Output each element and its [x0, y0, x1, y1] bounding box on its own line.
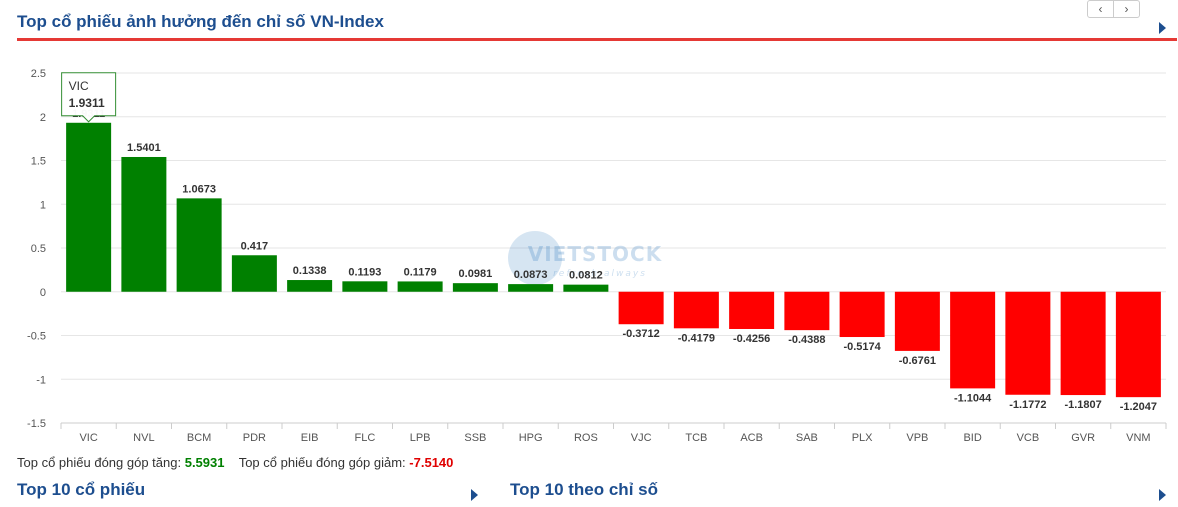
x-tick-label: PDR: [243, 432, 266, 444]
x-tick-label: GVR: [1071, 432, 1095, 444]
loss-label: Top cổ phiếu đóng góp giảm:: [238, 455, 406, 470]
x-tick-label: NVL: [133, 432, 154, 444]
bar-bid: [950, 291, 996, 389]
x-tick-label: VCB: [1017, 432, 1040, 444]
bar-plx: [839, 291, 885, 338]
data-label: 0.0981: [459, 268, 493, 280]
top-10-by-index-arrow-icon[interactable]: [1159, 489, 1166, 501]
x-tick-label: TCB: [685, 432, 707, 444]
bar-ssb: [452, 283, 498, 292]
x-tick-label: ACB: [740, 432, 763, 444]
bar-bcm: [176, 198, 222, 292]
x-tick-label: ROS: [574, 432, 598, 444]
y-tick-label: -0.5: [27, 331, 46, 343]
x-tick-label: EIB: [301, 432, 319, 444]
y-tick-label: 2: [40, 112, 46, 124]
data-label: -1.2047: [1120, 401, 1157, 413]
data-label: -1.1044: [954, 392, 992, 404]
x-tick-label: VNM: [1126, 432, 1150, 444]
y-tick-label: 1.5: [31, 156, 46, 168]
page-title: Top cổ phiếu ảnh hưởng đến chỉ số VN-Ind…: [17, 12, 384, 31]
prev-button[interactable]: ‹: [1087, 0, 1114, 18]
bar-acb: [729, 291, 775, 329]
y-tick-label: 1: [40, 199, 46, 211]
gain-value: 5.5931: [184, 455, 225, 470]
data-label: 0.0873: [514, 269, 548, 281]
data-label: -1.1807: [1064, 399, 1101, 411]
bar-pdr: [231, 255, 277, 292]
bar-vic: [66, 122, 112, 292]
expand-arrow-icon[interactable]: [1159, 22, 1166, 34]
x-tick-label: SSB: [464, 432, 486, 444]
bar-vjc: [618, 291, 664, 325]
bar-hpg: [508, 284, 554, 292]
y-tick-label: 0: [40, 287, 46, 299]
y-tick-label: -1: [36, 374, 46, 386]
bar-vnm: [1115, 291, 1161, 398]
bar-nvl: [121, 156, 167, 292]
chevron-left-icon: ‹: [1098, 2, 1103, 16]
x-tick-label: HPG: [519, 432, 543, 444]
data-label: 0.1338: [293, 265, 327, 277]
bar-vcb: [1005, 291, 1051, 395]
top-10-by-index-heading[interactable]: Top 10 theo chỉ số: [510, 480, 658, 500]
data-label: 0.417: [241, 240, 269, 252]
x-tick-label: LPB: [410, 432, 431, 444]
data-label: 0.1179: [404, 266, 437, 278]
bar-gvr: [1060, 291, 1106, 396]
loss-value: -7.5140: [409, 455, 454, 470]
bar-flc: [342, 281, 388, 292]
bar-lpb: [397, 281, 443, 292]
top-10-stocks-arrow-icon[interactable]: [471, 489, 478, 501]
x-tick-label: BCM: [187, 432, 211, 444]
title-underline: [17, 38, 1177, 41]
next-button[interactable]: ›: [1113, 0, 1140, 18]
data-label: -0.4256: [733, 333, 770, 345]
data-label: -0.3712: [622, 328, 659, 340]
data-label: 1.5401: [127, 142, 161, 154]
x-tick-label: VJC: [631, 432, 652, 444]
data-label: -0.6761: [899, 355, 936, 367]
data-label: -0.4388: [788, 334, 825, 346]
y-tick-label: 0.5: [31, 243, 46, 255]
contribution-summary: Top cổ phiếu đóng góp tăng: 5.5931 Top c…: [17, 455, 453, 470]
pager: ‹ ›: [1087, 0, 1140, 18]
bar-sab: [784, 291, 830, 331]
data-label: -0.4179: [678, 332, 715, 344]
bar-ros: [563, 284, 609, 292]
data-label: -1.1772: [1009, 399, 1046, 411]
bar-vpb: [894, 291, 940, 351]
tooltip-category: VIC: [69, 79, 89, 93]
vn-index-impact-chart: 2.521.510.50-0.5-1-1.5VIETSTOCKrefresh a…: [27, 68, 1167, 444]
x-tick-label: VIC: [79, 432, 97, 444]
chevron-right-icon: ›: [1124, 2, 1129, 16]
gain-label: Top cổ phiếu đóng góp tăng:: [17, 455, 182, 470]
data-label: 1.0673: [182, 183, 216, 195]
x-tick-label: FLC: [354, 432, 375, 444]
x-tick-label: SAB: [796, 432, 818, 444]
data-label: 0.0812: [569, 270, 603, 282]
tooltip-value: 1.9311: [69, 96, 105, 110]
data-label: -0.5174: [843, 341, 881, 353]
bar-eib: [287, 280, 333, 292]
y-tick-label: -1.5: [27, 418, 46, 430]
data-label: 0.1193: [348, 266, 381, 278]
x-tick-label: BID: [963, 432, 981, 444]
x-tick-label: VPB: [906, 432, 928, 444]
watermark-brand: VIETSTOCK: [528, 242, 663, 266]
x-tick-label: PLX: [852, 432, 873, 444]
chart-header: Top cổ phiếu ảnh hưởng đến chỉ số VN-Ind…: [17, 0, 1177, 44]
top-10-stocks-heading[interactable]: Top 10 cổ phiếu: [17, 480, 145, 500]
bar-tcb: [673, 291, 719, 329]
y-tick-label: 2.5: [31, 68, 46, 80]
